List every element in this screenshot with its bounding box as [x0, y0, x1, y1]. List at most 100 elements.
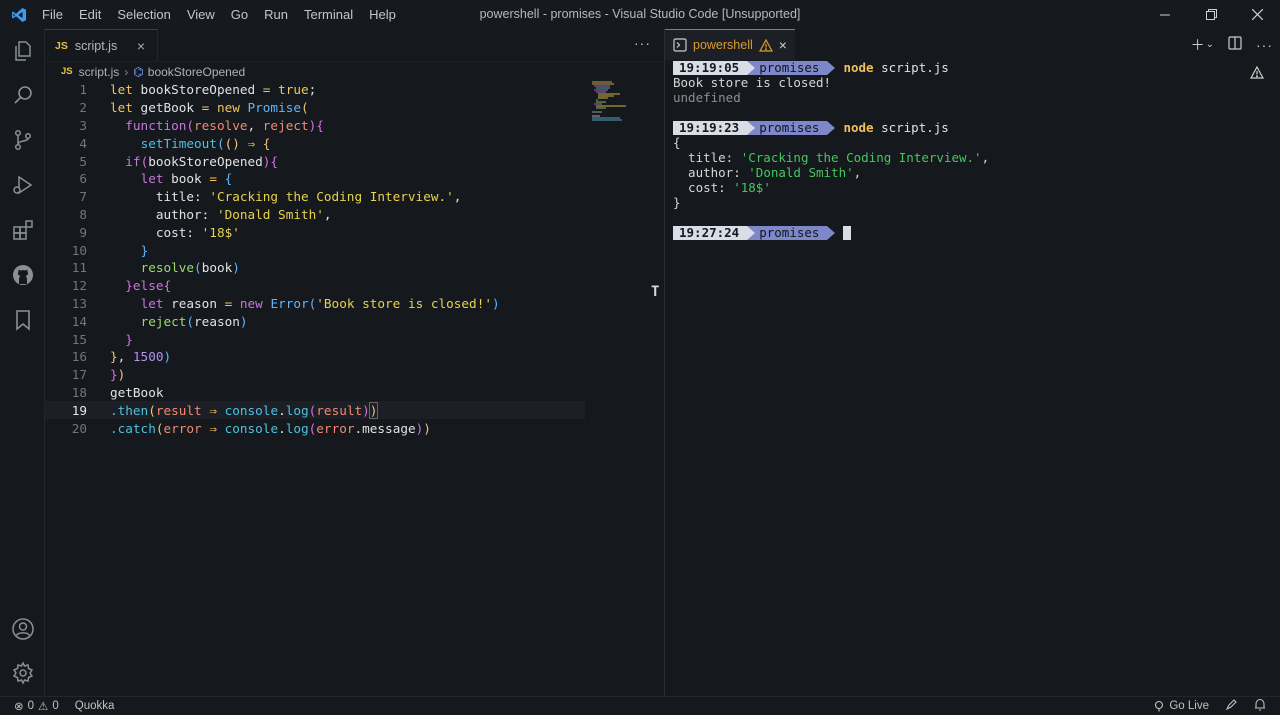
menu-terminal[interactable]: Terminal [304, 7, 353, 22]
extensions-icon[interactable] [9, 216, 37, 244]
menu-help[interactable]: Help [369, 7, 396, 22]
output-line: } [673, 195, 681, 210]
prompt-dir-label: promises [759, 120, 820, 135]
editor-group: JS script.js × ··· JS script.js › ⌬ book… [45, 29, 663, 696]
settings-gear-icon[interactable] [9, 659, 37, 687]
minimize-button[interactable] [1142, 0, 1188, 29]
warning-icon [758, 38, 773, 52]
editor-tabs: JS script.js × ··· [45, 29, 663, 62]
terminal-cursor [843, 225, 852, 240]
breadcrumb-symbol[interactable]: bookStoreOpened [148, 65, 245, 79]
prompt-line: 19:27:24 promises [673, 225, 989, 240]
output-key: cost: [673, 180, 734, 195]
prompt-time: 19:19:23 [673, 120, 748, 135]
prompt-line: 19:19:23 promises node script.js [673, 120, 989, 135]
code-line: 17}) [71, 367, 126, 383]
go-live-button[interactable]: Go Live [1153, 700, 1209, 712]
activity-bar [0, 29, 45, 696]
code-line: 10 } [71, 242, 149, 258]
minimap[interactable] [590, 81, 648, 121]
menu-file[interactable]: File [42, 7, 63, 22]
vscode-logo-icon [0, 7, 38, 23]
prompt-time: 19:27:24 [673, 225, 748, 240]
breadcrumb: JS script.js › ⌬ bookStoreOpened [45, 62, 663, 81]
menu-bar: File Edit Selection View Go Run Terminal… [34, 7, 404, 22]
warning-icon [1250, 66, 1264, 79]
breadcrumb-file[interactable]: script.js [79, 65, 120, 79]
notifications-bell-icon[interactable] [1254, 698, 1266, 714]
close-terminal-tab-icon[interactable]: × [779, 37, 787, 53]
output-punct: , [853, 165, 862, 180]
menu-go[interactable]: Go [231, 7, 248, 22]
code-editor[interactable]: 1 let bookStoreOpened = true; 2 let getBoo… [45, 81, 585, 437]
js-file-icon: JS [55, 39, 68, 52]
restore-button[interactable] [1188, 0, 1234, 29]
error-icon[interactable]: ⊗ [14, 699, 24, 713]
output-line: { [673, 135, 681, 150]
chevron-down-icon[interactable]: ⌄ [1206, 39, 1214, 50]
terminal-icon [673, 38, 687, 52]
terminal-more-icon[interactable]: ··· [1256, 37, 1273, 53]
prompt-dir-label: promises [759, 60, 820, 75]
code-line: 4 setTimeout(() ⇒ { [79, 135, 271, 151]
run-debug-icon[interactable] [9, 171, 37, 199]
js-file-icon: JS [61, 66, 73, 77]
code-line-current: 19 .then(result ⇒ console.log(result)) [45, 401, 585, 420]
prompt-dir-label: promises [759, 225, 820, 240]
tab-powershell[interactable]: powershell × [665, 29, 795, 60]
output-key: title: [673, 150, 741, 165]
warning-icon[interactable]: ⚠ [38, 699, 48, 713]
broadcast-icon [1155, 700, 1164, 712]
source-control-icon[interactable] [9, 126, 37, 154]
status-bar: ⊗ 0 ⚠ 0 Quokka Go Live [0, 696, 1280, 715]
code-line: 8 author: 'Donald Smith', [79, 206, 332, 222]
github-icon[interactable] [9, 261, 37, 289]
new-terminal-icon[interactable]: ＋ [1191, 35, 1205, 55]
output-string: 'Cracking the Coding Interview.' [740, 150, 982, 165]
split-editor-icon[interactable] [1228, 36, 1242, 53]
menu-run[interactable]: Run [264, 7, 288, 22]
tab-script-js[interactable]: JS script.js × [45, 29, 158, 61]
tab-label: script.js [74, 38, 118, 53]
prompt-time: 19:19:05 [673, 60, 748, 75]
output-string: 'Donald Smith' [748, 165, 854, 180]
terminal-panel: powershell × ＋ ⌄ ··· 19:19:05 promises no… [664, 29, 1280, 696]
accounts-icon[interactable] [9, 615, 37, 643]
terminal-tab-label: powershell [693, 38, 753, 52]
go-live-label: Go Live [1169, 700, 1209, 712]
output-string: '18$' [733, 180, 771, 195]
code-line: 3 function(resolve, reject){ [79, 117, 324, 133]
terminal-output[interactable]: 19:19:05 promises node script.js Book sto… [673, 60, 989, 240]
prompt-command: node [843, 120, 874, 135]
warning-count[interactable]: 0 [52, 700, 58, 712]
more-actions-icon[interactable]: ··· [634, 35, 651, 51]
prompt-command: node [843, 60, 874, 75]
output-line: Book store is closed! [673, 75, 832, 90]
feedback-icon[interactable] [1225, 698, 1238, 714]
code-line: 1 let bookStoreOpened = true; [79, 82, 317, 98]
code-line: 11 resolve(book) [71, 260, 240, 276]
code-line: 18 getBook [71, 384, 164, 400]
code-line: 15 } [71, 331, 133, 347]
menu-edit[interactable]: Edit [79, 7, 101, 22]
prompt-dir: promises [747, 225, 828, 240]
bookmark-icon[interactable] [9, 306, 37, 334]
quokka-status[interactable]: Quokka [75, 700, 115, 712]
search-icon[interactable] [9, 81, 37, 109]
code-line: 14 reject(reason) [71, 313, 248, 329]
code-line: 2 let getBook = new Promise( [79, 100, 309, 116]
close-tab-icon[interactable]: × [137, 38, 145, 54]
title-bar: File Edit Selection View Go Run Terminal… [0, 0, 1280, 29]
menu-selection[interactable]: Selection [117, 7, 170, 22]
close-window-button[interactable] [1234, 0, 1280, 29]
output-line: author: 'Donald Smith', [673, 165, 989, 180]
explorer-icon[interactable] [9, 37, 37, 65]
menu-view[interactable]: View [187, 7, 215, 22]
code-line: 16}, 1500) [71, 349, 172, 365]
code-line: 6 let book = { [79, 171, 233, 187]
code-line: 20 .catch(error ⇒ console.log(error.messa… [71, 420, 431, 436]
code-line: 9 cost: '18$' [79, 224, 240, 240]
error-count[interactable]: 0 [28, 700, 34, 712]
output-key: author: [673, 165, 749, 180]
output-line: undefined [673, 90, 741, 105]
